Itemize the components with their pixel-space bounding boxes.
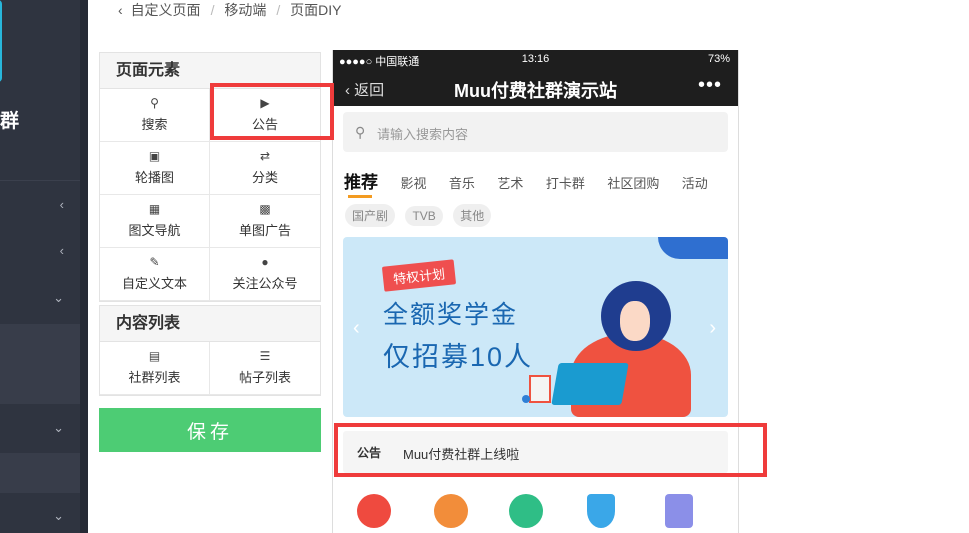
back-chevron-icon[interactable]: ‹ bbox=[118, 2, 123, 18]
breadcrumb-item[interactable]: 移动端 bbox=[224, 2, 266, 18]
element-label: 关注公众号 bbox=[232, 276, 298, 291]
status-time: 13:16 bbox=[521, 53, 550, 65]
content-list-panel: 内容列表 ▤ 社群列表 ☰ 帖子列表 bbox=[99, 305, 321, 396]
cup-illustration bbox=[529, 375, 551, 403]
element-follow-official[interactable]: ● 关注公众号 bbox=[210, 248, 320, 301]
tab-art[interactable]: 艺术 bbox=[497, 173, 523, 192]
brand-text: 群 bbox=[0, 111, 20, 132]
element-post-list[interactable]: ☰ 帖子列表 bbox=[210, 342, 320, 395]
highlight-frame bbox=[334, 423, 767, 477]
tab-activity[interactable]: 活动 bbox=[682, 173, 708, 192]
element-carousel[interactable]: ▣ 轮播图 bbox=[100, 142, 210, 195]
sub-tags: 国产剧 TVB 其他 bbox=[345, 204, 497, 227]
slides-icon: ▣ bbox=[148, 149, 161, 163]
element-label: 自定义文本 bbox=[121, 276, 187, 291]
laptop-illustration bbox=[551, 363, 629, 405]
chevron-down-icon: ⌄ bbox=[53, 420, 64, 435]
grid-icon: ▦ bbox=[148, 202, 161, 216]
banner-decoration bbox=[658, 237, 728, 259]
element-group-list[interactable]: ▤ 社群列表 bbox=[100, 342, 210, 395]
divider bbox=[0, 180, 80, 181]
search-bar[interactable]: ⚲ 请输入搜索内容 bbox=[343, 112, 728, 152]
carousel-banner[interactable]: 特权计划 全额奖学金 仅招募10人 ‹ › bbox=[343, 237, 728, 417]
element-label: 单图广告 bbox=[238, 223, 291, 238]
chevron-left-icon: ‹ bbox=[59, 197, 64, 212]
breadcrumb-item: 页面DIY bbox=[290, 2, 342, 18]
breadcrumb: ‹ 自定义页面 / 移动端 / 页面DIY bbox=[118, 2, 342, 18]
edit-icon: ✎ bbox=[149, 255, 160, 269]
save-button[interactable]: 保存 bbox=[99, 408, 321, 452]
tab-music[interactable]: 音乐 bbox=[449, 173, 475, 192]
battery-text: 73% bbox=[707, 53, 730, 65]
element-custom-text[interactable]: ✎ 自定义文本 bbox=[100, 248, 210, 301]
more-icon[interactable]: ••• bbox=[698, 74, 722, 97]
element-label: 分类 bbox=[251, 170, 278, 185]
icon-nav-row bbox=[343, 490, 728, 530]
search-placeholder: 请输入搜索内容 bbox=[377, 127, 469, 142]
banner-headline: 全额奖学金 bbox=[383, 301, 519, 329]
element-single-ad[interactable]: ▩ 单图广告 bbox=[210, 195, 320, 248]
tab-film[interactable]: 影视 bbox=[400, 173, 426, 192]
element-category[interactable]: ⇄ 分类 bbox=[210, 142, 320, 195]
element-label: 轮播图 bbox=[134, 170, 174, 185]
list-bullet-icon: ☰ bbox=[259, 349, 271, 363]
subtag[interactable]: 其他 bbox=[453, 204, 492, 227]
subtag[interactable]: 国产剧 bbox=[345, 204, 396, 227]
list-icon: ▤ bbox=[148, 349, 161, 363]
sidebar-menu-item[interactable]: ⌄ bbox=[0, 275, 80, 323]
element-label: 图文导航 bbox=[128, 223, 181, 238]
carousel-dot[interactable] bbox=[522, 395, 530, 403]
element-label: 帖子列表 bbox=[238, 370, 291, 385]
element-label: 社群列表 bbox=[128, 370, 181, 385]
left-sidebar: 群 ‹ ‹ ⌄ ⌄ ⌄ bbox=[0, 0, 88, 533]
carousel-next-icon[interactable]: › bbox=[709, 317, 716, 340]
film-reel-icon[interactable] bbox=[357, 494, 391, 528]
pen-icon[interactable] bbox=[587, 494, 615, 528]
chevron-left-icon: ‹ bbox=[59, 243, 64, 258]
palette-icon[interactable] bbox=[509, 494, 543, 528]
logo bbox=[0, 0, 2, 82]
sidebar-submenu bbox=[0, 324, 80, 404]
sidebar-menu-item[interactable]: ‹ bbox=[0, 228, 80, 276]
panel-title: 内容列表 bbox=[100, 306, 320, 342]
image-icon: ▩ bbox=[259, 202, 271, 216]
app-title: Muu付费社群演示站 bbox=[454, 81, 617, 101]
tab-recommend[interactable]: 推荐 bbox=[344, 168, 378, 198]
sidebar-menu-item[interactable]: ⌄ bbox=[0, 493, 80, 533]
breadcrumb-item[interactable]: 自定义页面 bbox=[131, 2, 201, 18]
element-label: 搜索 bbox=[141, 117, 168, 132]
banner-tag: 特权计划 bbox=[381, 259, 457, 292]
tab-group-buy[interactable]: 社区团购 bbox=[607, 173, 659, 192]
app-navbar: ‹ 返回 Muu付费社群演示站 ••• bbox=[333, 70, 738, 106]
sidebar-scrollbar[interactable] bbox=[80, 0, 88, 533]
sidebar-menu-item[interactable]: ‹ bbox=[0, 182, 80, 230]
element-image-nav[interactable]: ▦ 图文导航 bbox=[100, 195, 210, 248]
music-disc-icon[interactable] bbox=[434, 494, 468, 528]
subtag[interactable]: TVB bbox=[405, 206, 443, 226]
carousel-prev-icon[interactable]: ‹ bbox=[353, 317, 360, 340]
element-search[interactable]: ⚲ 搜索 bbox=[100, 89, 210, 142]
document-icon[interactable] bbox=[665, 494, 693, 528]
banner-subheadline: 仅招募10人 bbox=[383, 342, 534, 372]
tab-checkin[interactable]: 打卡群 bbox=[546, 173, 585, 192]
sidebar-menu-item[interactable]: ⌄ bbox=[0, 405, 80, 453]
swap-icon: ⇄ bbox=[259, 149, 271, 163]
wechat-icon: ● bbox=[261, 255, 269, 269]
chevron-down-icon: ⌄ bbox=[53, 508, 64, 523]
search-icon: ⚲ bbox=[355, 124, 366, 140]
status-bar: ●●●●○ 中国联通 13:16 73% bbox=[333, 50, 738, 70]
category-tabs: 推荐 影视 音乐 艺术 打卡群 社区团购 活动 bbox=[344, 168, 726, 198]
highlight-frame bbox=[210, 83, 334, 140]
search-icon: ⚲ bbox=[150, 96, 159, 110]
sidebar-submenu bbox=[0, 453, 80, 493]
chevron-down-icon: ⌄ bbox=[53, 290, 64, 305]
banner-illustration bbox=[620, 301, 650, 341]
